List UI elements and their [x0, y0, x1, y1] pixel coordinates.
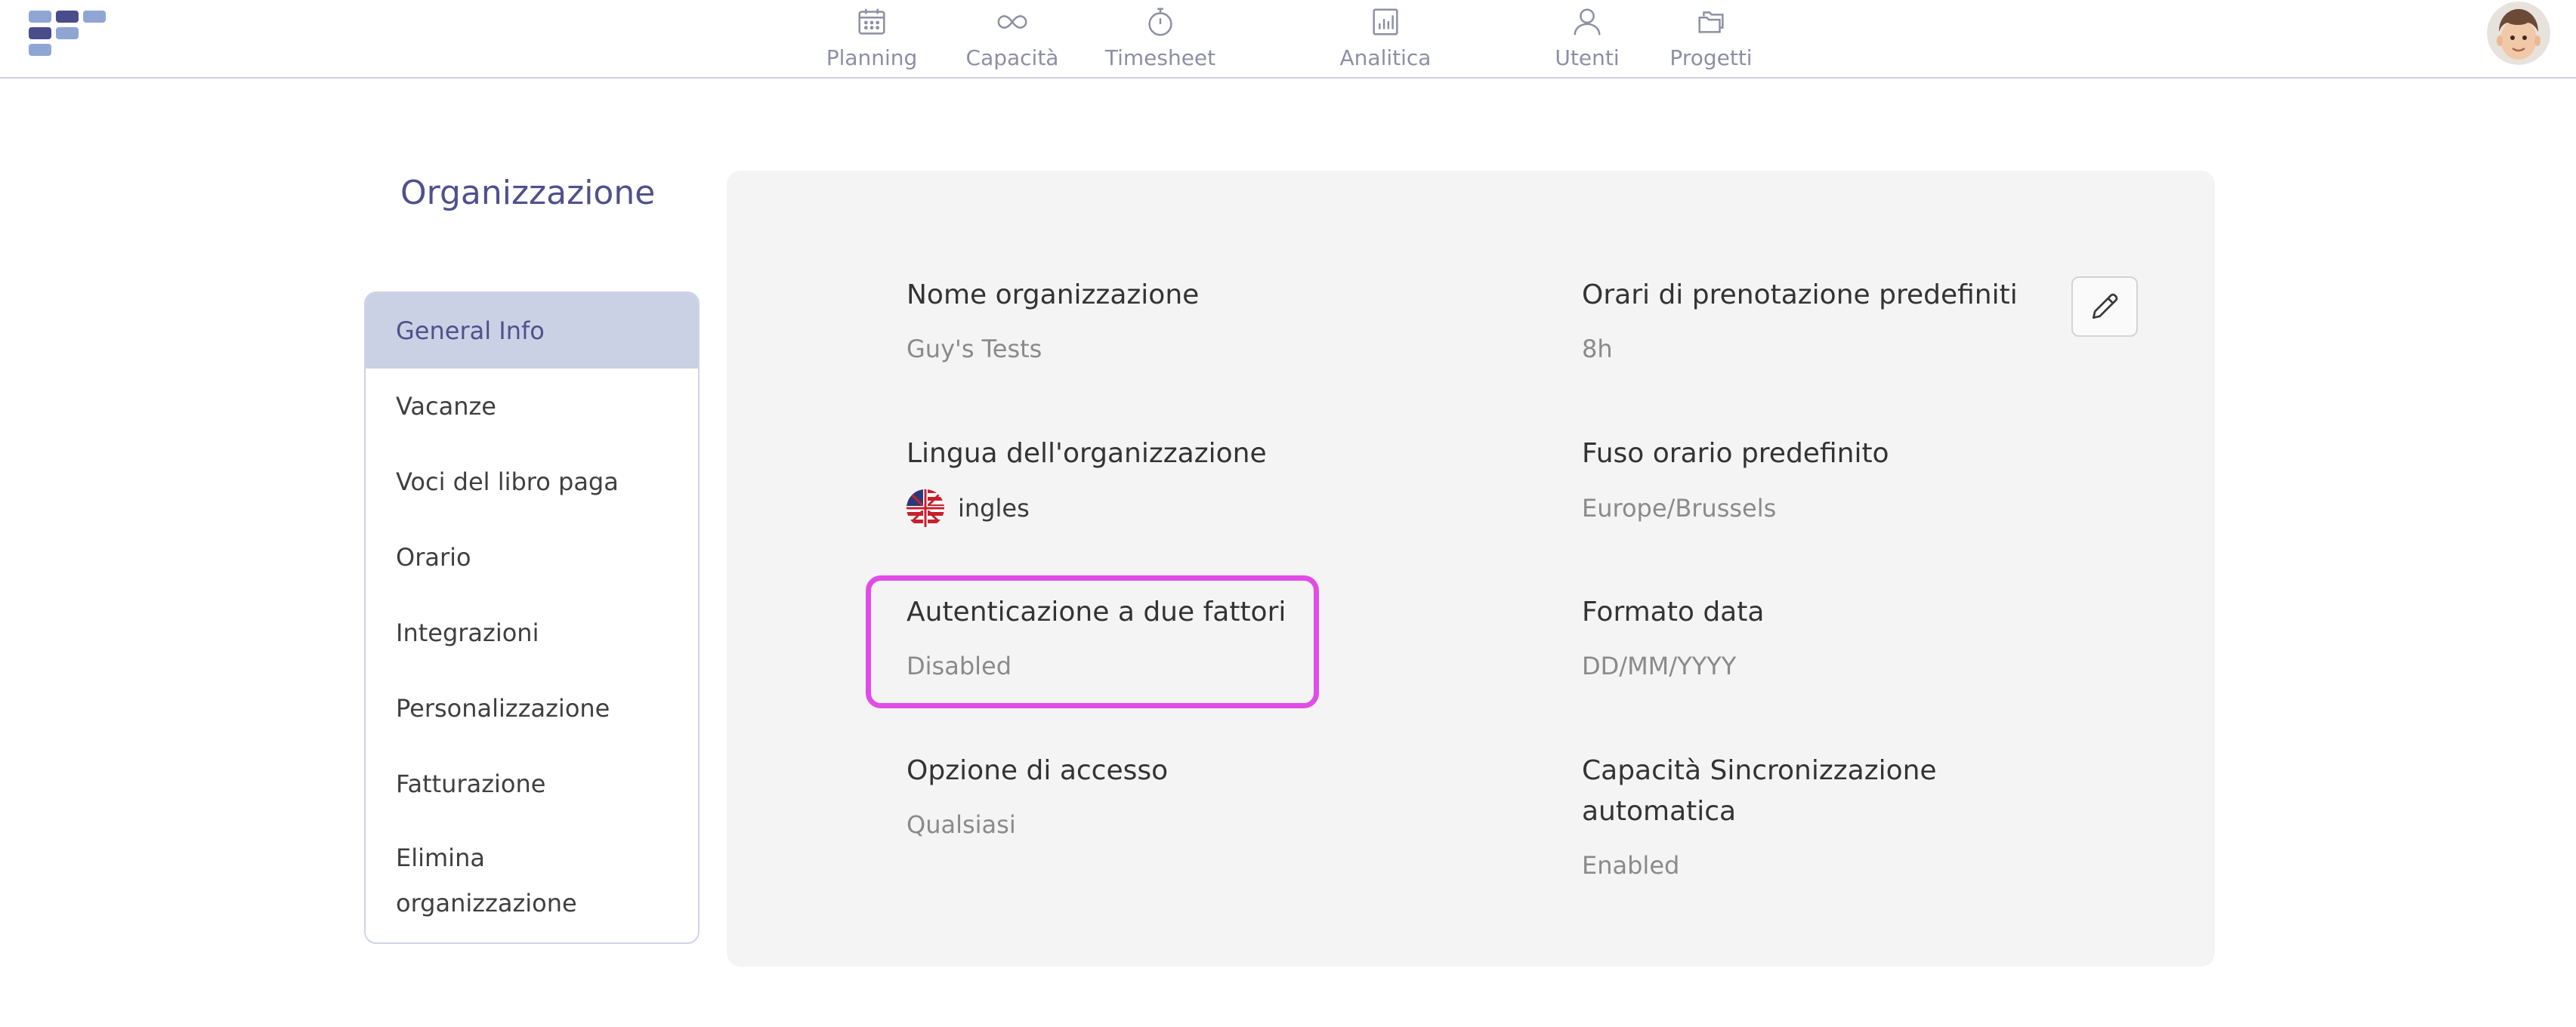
nav-planning[interactable]: Planning — [817, 0, 926, 76]
settings-sidebar-menu: General Info Vacanze Voci del libro paga… — [364, 291, 700, 944]
date-format-value: DD/MM/YYYY — [1582, 652, 1737, 680]
sidebar-title: Organizzazione — [400, 174, 656, 212]
org-name-label: Nome organizzazione — [907, 279, 1200, 310]
access-option-value: Qualsiasi — [907, 810, 1016, 839]
sidebar-item-vacanze[interactable]: Vacanze — [366, 369, 698, 444]
auto-sync-label-line2: automatica — [1582, 796, 1737, 827]
bar-chart-icon — [1373, 8, 1398, 35]
language-value: ingles — [958, 494, 1030, 523]
nav-utenti[interactable]: Utenti — [1546, 0, 1629, 76]
stopwatch-icon — [1148, 8, 1172, 36]
sidebar-item-voci-libro-paga[interactable]: Voci del libro paga — [366, 444, 698, 520]
app-logo[interactable] — [29, 11, 107, 59]
two-factor-value: Disabled — [907, 652, 1012, 680]
sidebar-item-general-info[interactable]: General Info — [366, 293, 698, 369]
nav-label: Planning — [826, 45, 918, 70]
folders-icon — [1698, 11, 1724, 33]
sidebar-item-orario[interactable]: Orario — [366, 520, 698, 595]
edit-button[interactable] — [2071, 276, 2138, 337]
nav-analitica[interactable]: Analitica — [1331, 0, 1440, 76]
nav-timesheet[interactable]: Timesheet — [1097, 0, 1224, 76]
us-flag-icon — [907, 489, 944, 527]
calendar-icon — [858, 8, 885, 35]
nav-label: Utenti — [1555, 45, 1620, 70]
nav-label: Timesheet — [1104, 45, 1216, 70]
access-option-label: Opzione di accesso — [907, 755, 1169, 786]
auto-sync-label-line1: Capacità Sincronizzazione — [1582, 755, 1937, 786]
avatar-face-icon — [2487, 2, 2550, 65]
pencil-icon — [2092, 293, 2118, 319]
nav-label: Progetti — [1669, 45, 1753, 70]
user-icon — [1574, 8, 1601, 35]
top-navigation-bar: Planning Capacità Timesheet Analitica Ut… — [0, 0, 2576, 79]
sidebar-item-fatturazione[interactable]: Fatturazione — [366, 746, 698, 822]
two-factor-label: Autenticazione a due fattori — [907, 597, 1286, 628]
auto-sync-value: Enabled — [1582, 851, 1680, 880]
org-name-value: Guy's Tests — [907, 335, 1042, 363]
date-format-label: Formato data — [1582, 597, 1765, 628]
booking-hours-value: 8h — [1582, 335, 1613, 363]
user-avatar[interactable] — [2487, 2, 2550, 65]
timezone-value: Europe/Brussels — [1582, 494, 1777, 523]
infinity-icon — [997, 15, 1027, 29]
nav-progetti[interactable]: Progetti — [1662, 0, 1760, 76]
sidebar-item-personalizzazione[interactable]: Personalizzazione — [366, 671, 698, 746]
nav-label: Capacità — [965, 45, 1059, 70]
timezone-label: Fuso orario predefinito — [1582, 438, 1889, 469]
nav-label: Analitica — [1339, 45, 1432, 70]
sidebar-item-integrazioni[interactable]: Integrazioni — [366, 595, 698, 671]
language-label: Lingua dell'organizzazione — [907, 438, 1267, 469]
sidebar-item-elimina-organizzazione[interactable]: Elimina organizzazione — [366, 835, 592, 933]
booking-hours-label: Orari di prenotazione predefiniti — [1582, 279, 2018, 310]
nav-capacita[interactable]: Capacità — [958, 0, 1067, 76]
